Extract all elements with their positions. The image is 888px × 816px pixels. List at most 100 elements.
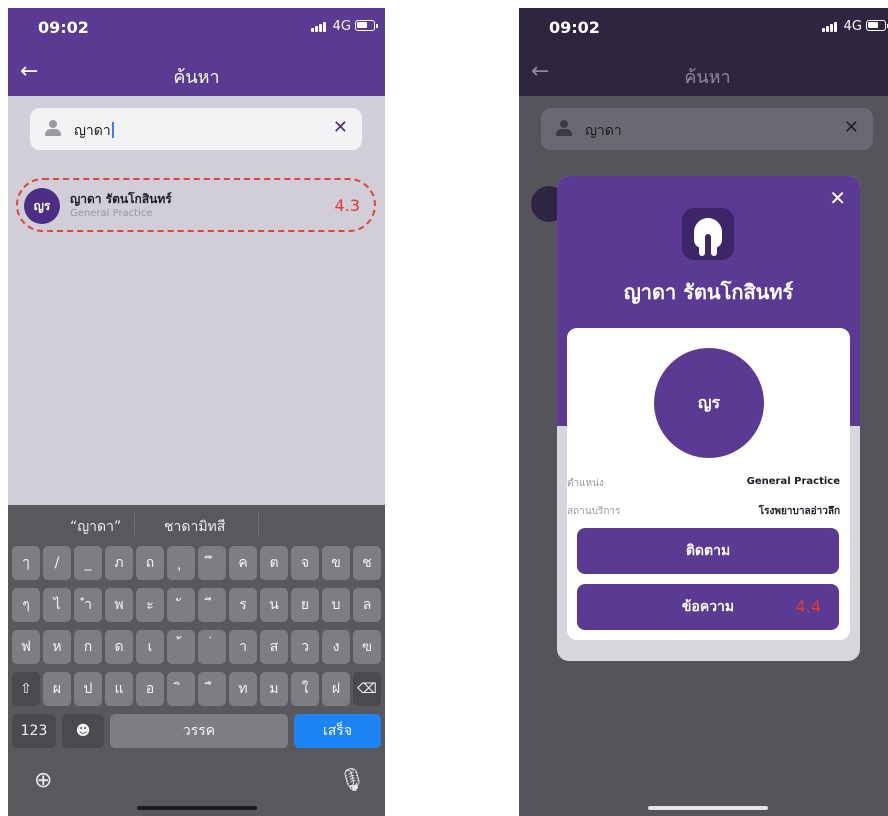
suggestion-divider	[134, 513, 135, 535]
keyboard-key[interactable]: ไ	[43, 588, 71, 622]
keyboard-key[interactable]: ฟ	[12, 630, 40, 664]
keyboard-key[interactable]: ๅ	[12, 546, 40, 580]
home-indicator	[137, 806, 257, 810]
network-label: 4G	[843, 19, 862, 34]
keyboard-key[interactable]: ก	[74, 630, 102, 664]
keyboard-key[interactable]: ข	[322, 546, 350, 580]
doctor-profile-modal: ✕ ญาดา รัตนโกสินทร์ ญร ตำแหน่ง General P…	[557, 176, 860, 661]
signal-icon	[311, 22, 327, 32]
keyboard-key[interactable]: ว	[291, 630, 319, 664]
keyboard-key[interactable]: /	[43, 546, 71, 580]
signal-icon	[822, 22, 838, 32]
keyboard-key[interactable]: บ	[322, 588, 350, 622]
keyboard-key[interactable]: ื	[198, 672, 226, 706]
keyboard-key[interactable]: ง	[322, 630, 350, 664]
close-icon[interactable]: ✕	[829, 186, 846, 210]
keyboard-key[interactable]: ำ	[74, 588, 102, 622]
keyboard-key[interactable]: เ	[136, 630, 164, 664]
keyboard-key[interactable]: ิ	[167, 672, 195, 706]
keyboard-key[interactable]: แ	[105, 672, 133, 706]
keyboard-key[interactable]: ใ	[291, 672, 319, 706]
status-bar: 09:02 4G	[519, 8, 888, 54]
status-bar: 09:02 4G	[8, 8, 385, 54]
keyboard: “ญาดา” ชาดามิทสี ๅ/_ภถุึคตจขชๆไำพะัีรนยบ…	[8, 505, 385, 816]
tooth-icon	[682, 208, 734, 260]
emoji-key[interactable]: ☻	[62, 714, 104, 748]
position-value: General Practice	[746, 476, 840, 487]
person-icon	[44, 119, 62, 137]
space-key[interactable]: วรรค	[110, 714, 288, 748]
keyboard-row: ⇧ผปแอิืทมใฝ⌫	[12, 672, 381, 706]
keyboard-key[interactable]: ค	[229, 546, 257, 580]
suggestion-item[interactable]: “ญาดา”	[70, 516, 121, 538]
person-icon	[555, 119, 573, 137]
keyboard-key[interactable]: ม	[260, 672, 288, 706]
profile-card: ญร ตำแหน่ง General Practice สถานบริการ โ…	[567, 328, 850, 640]
keyboard-key[interactable]: ะ	[136, 588, 164, 622]
numbers-key[interactable]: 123	[12, 714, 56, 748]
keyboard-key[interactable]: น	[260, 588, 288, 622]
keyboard-key[interactable]: ต	[260, 546, 288, 580]
facility-value: โรงพยาบาลอ่าวลึก	[758, 506, 840, 517]
keyboard-key[interactable]: ี	[198, 588, 226, 622]
step-annotation: 4.3	[334, 196, 360, 215]
keyboard-key[interactable]: จ	[291, 546, 319, 580]
keyboard-key[interactable]: พ	[105, 588, 133, 622]
follow-button[interactable]: ติดตาม	[577, 528, 839, 574]
close-icon[interactable]: ✕	[844, 117, 859, 138]
search-input[interactable]: ญาดา ✕	[30, 108, 362, 150]
keyboard-row: ๆไำพะัีรนยบล	[12, 588, 381, 622]
keyboard-key[interactable]: ช	[353, 546, 381, 580]
message-button[interactable]: ข้อความ 4.4	[577, 584, 839, 630]
keyboard-key[interactable]: ⌫	[353, 672, 381, 706]
keyboard-key[interactable]: ห	[43, 630, 71, 664]
keyboard-key[interactable]: ย	[291, 588, 319, 622]
keyboard-key[interactable]: ถ	[136, 546, 164, 580]
keyboard-key[interactable]: ท	[229, 672, 257, 706]
keyboard-key[interactable]: ป	[74, 672, 102, 706]
right-phone-screen: 09:02 4G ← ค้นหา ญาดา ✕ ✕ ญาดา รัตนโกสิน…	[519, 8, 888, 816]
globe-icon[interactable]: ⊕	[34, 768, 52, 793]
suggestion-item[interactable]: ชาดามิทสี	[164, 516, 225, 538]
result-specialty: General Practice	[70, 208, 153, 219]
keyboard-key[interactable]: อ	[136, 672, 164, 706]
keyboard-key[interactable]: ภ	[105, 546, 133, 580]
search-result-item[interactable]: ญร ญาดา รัตนโกสินทร์ General Practice 4.…	[16, 178, 376, 232]
result-name: ญาดา รัตนโกสินทร์	[70, 192, 172, 206]
keyboard-key[interactable]: ฝ	[322, 672, 350, 706]
keyboard-key[interactable]: ผ	[43, 672, 71, 706]
search-input[interactable]: ญาดา ✕	[541, 108, 873, 150]
keyboard-key[interactable]: ล	[353, 588, 381, 622]
done-key[interactable]: เสร็จ	[294, 714, 381, 748]
keyboard-key[interactable]: ้	[167, 630, 195, 664]
keyboard-key[interactable]: ๆ	[12, 588, 40, 622]
keyboard-key[interactable]: ่	[198, 630, 226, 664]
keyboard-key[interactable]: ร	[229, 588, 257, 622]
home-indicator	[648, 806, 768, 810]
position-row: ตำแหน่ง General Practice	[567, 476, 850, 494]
suggestion-bar: “ญาดา” ชาดามิทสี	[8, 505, 385, 543]
keyboard-key[interactable]: _	[74, 546, 102, 580]
battery-icon	[866, 20, 888, 31]
page-title: ค้นหา	[173, 67, 220, 88]
keyboard-row: ฟหกดเ้่าสวงฃ	[12, 630, 381, 664]
nav-bar: ← ค้นหา	[519, 54, 888, 96]
avatar: ญร	[24, 188, 60, 224]
position-label: ตำแหน่ง	[567, 478, 604, 489]
keyboard-key[interactable]: ฃ	[353, 630, 381, 664]
keyboard-key[interactable]: ด	[105, 630, 133, 664]
search-query[interactable]: ญาดา	[74, 120, 114, 142]
keyboard-key[interactable]: ุ	[167, 546, 195, 580]
keyboard-bottom-row: 123 ☻ วรรค เสร็จ	[12, 714, 381, 748]
close-icon[interactable]: ✕	[333, 117, 348, 138]
keyboard-key[interactable]: ส	[260, 630, 288, 664]
microphone-icon[interactable]: 🎙	[338, 768, 366, 793]
keyboard-row: ๅ/_ภถุึคตจขช	[12, 546, 381, 580]
search-query[interactable]: ญาดา	[585, 120, 622, 142]
status-time: 09:02	[549, 18, 600, 37]
suggestion-divider	[258, 513, 259, 535]
keyboard-key[interactable]: ⇧	[12, 672, 40, 706]
keyboard-key[interactable]: ึ	[198, 546, 226, 580]
keyboard-key[interactable]: ั	[167, 588, 195, 622]
keyboard-key[interactable]: า	[229, 630, 257, 664]
